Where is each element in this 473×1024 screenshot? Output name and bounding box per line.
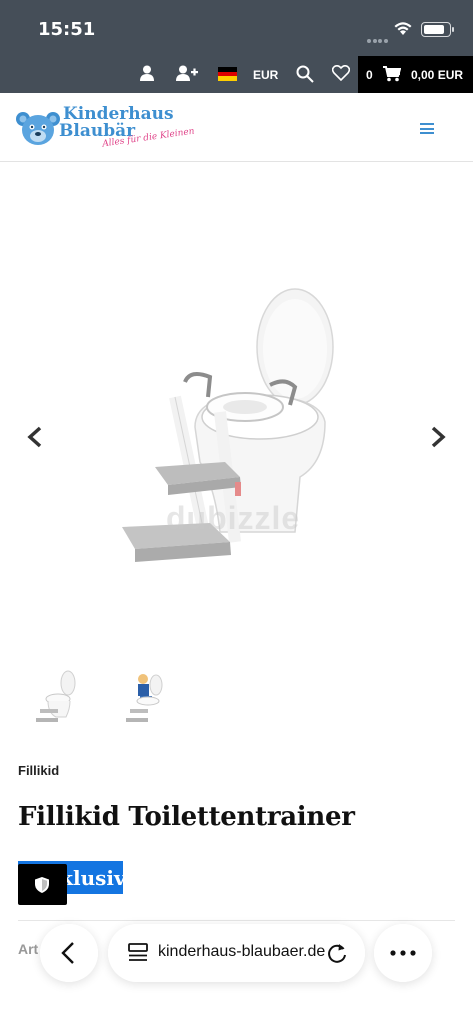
product-brand[interactable]: Fillikid [18, 763, 59, 778]
product-gallery: dubizzle [0, 163, 473, 653]
address-bar[interactable]: kinderhaus-blaubaer.de [108, 924, 365, 982]
url-text: kinderhaus-blaubaer.de [158, 943, 326, 960]
site-header: Kinderhaus Blaubär Alles für die Kleinen [0, 93, 473, 162]
wifi-icon [394, 22, 412, 35]
signal-icon [367, 30, 389, 43]
divider [18, 920, 455, 921]
cart-icon [383, 66, 401, 82]
product-title: Fillikid Toilettentrainer [18, 802, 355, 832]
more-icon [390, 950, 416, 956]
cart-button[interactable]: 0 0,00 EUR [358, 56, 473, 93]
reload-icon[interactable] [326, 942, 348, 964]
chevron-right-icon[interactable] [425, 425, 449, 449]
currency-selector[interactable]: EUR [253, 68, 278, 82]
hamburger-icon[interactable] [420, 123, 434, 134]
cart-count: 0 [366, 68, 373, 82]
chevron-left-icon[interactable] [24, 425, 48, 449]
search-icon[interactable] [296, 65, 314, 83]
thumbnail-2[interactable] [118, 665, 176, 727]
german-flag-icon[interactable] [218, 67, 237, 81]
status-time: 15:51 [38, 19, 96, 40]
privacy-shield-button[interactable] [18, 864, 67, 905]
tabs-icon[interactable] [128, 943, 148, 963]
bear-logo-icon [16, 112, 60, 145]
thumbnail-strip [0, 665, 473, 729]
heart-icon[interactable] [332, 65, 350, 81]
battery-icon [421, 22, 454, 37]
watermark: dubizzle [166, 500, 301, 536]
cart-total: 0,00 EUR [411, 68, 464, 82]
user-icon[interactable] [140, 65, 154, 81]
chevron-left-icon [61, 942, 74, 964]
browser-back-button[interactable] [40, 924, 98, 982]
thumbnail-1[interactable] [26, 665, 84, 727]
shield-icon [35, 877, 49, 893]
article-number-label: Art [18, 941, 39, 957]
more-options-button[interactable] [374, 924, 432, 982]
add-user-icon[interactable] [176, 65, 198, 81]
logo[interactable]: Kinderhaus Blaubär Alles für die Kleinen [16, 103, 195, 153]
